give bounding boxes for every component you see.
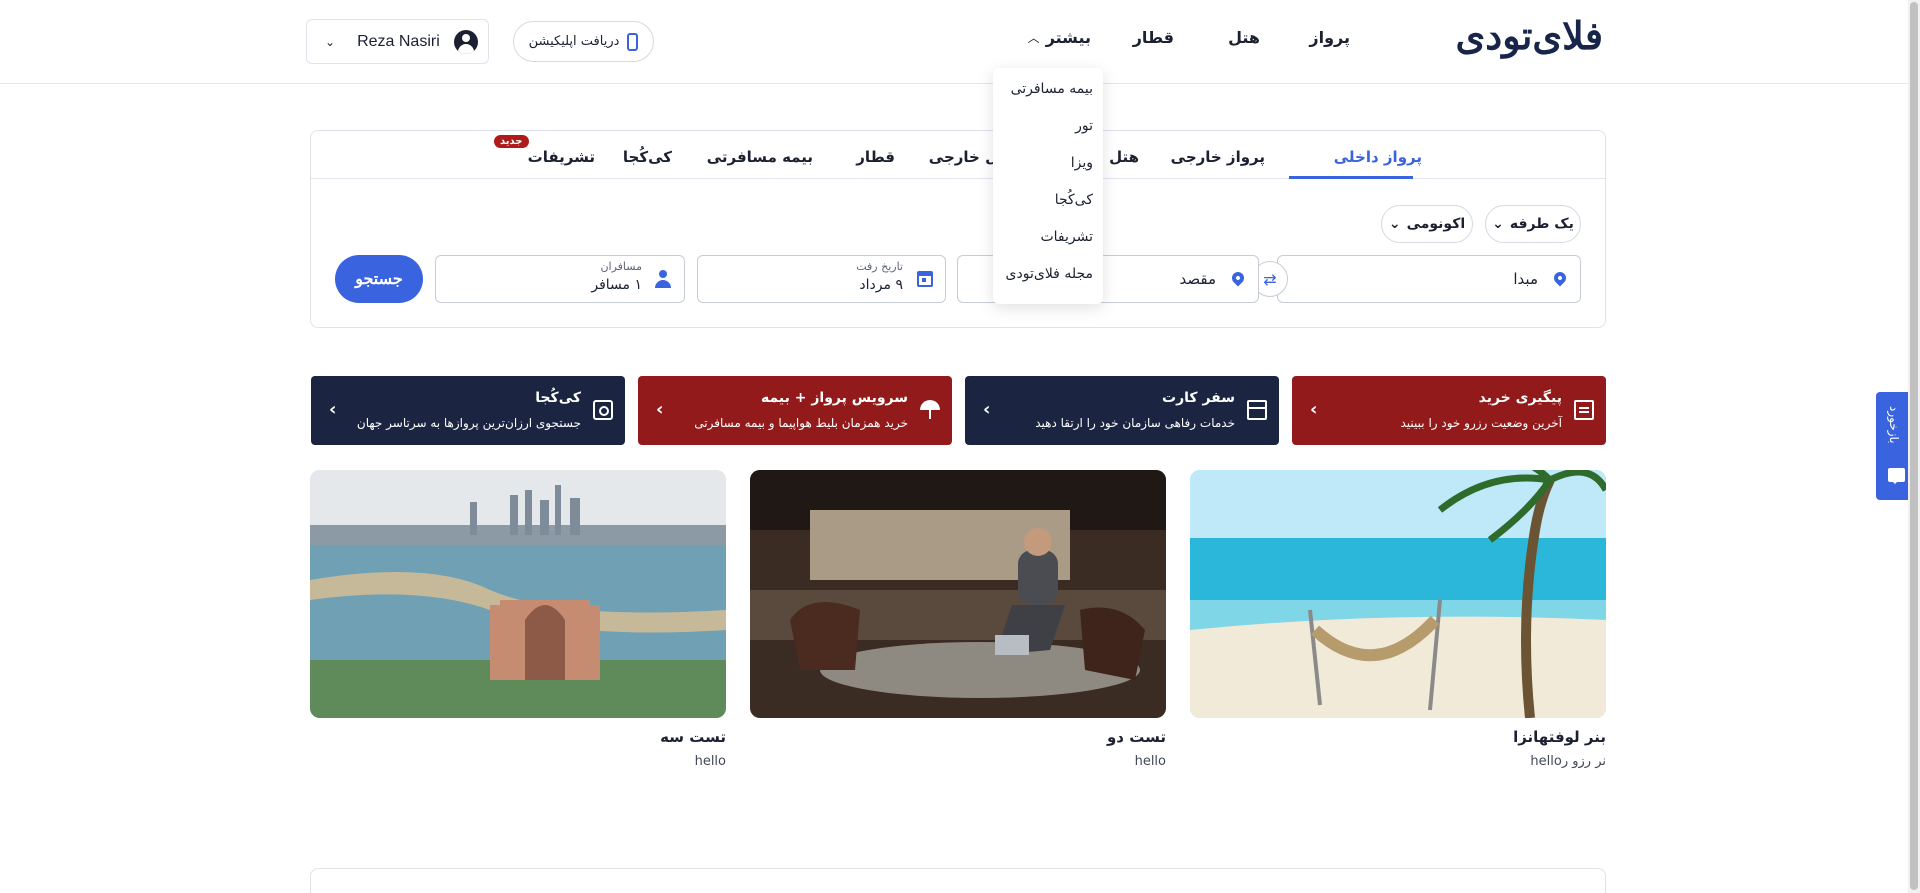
menu-item-ceremonies[interactable]: تشریفات: [1040, 229, 1093, 245]
banner-title: بنر لوفتهانزا: [1513, 728, 1606, 746]
promo-desc: خدمات رفاهی سازمان خود را ارتقا دهید: [1035, 416, 1235, 430]
banner-subtitle: hello: [1134, 754, 1166, 769]
banner-dubai-image[interactable]: [310, 470, 726, 718]
passengers-field[interactable]: مسافران ۱ مسافر: [435, 255, 685, 303]
menu-item-magazine[interactable]: مجله فلای‌تودی: [1006, 266, 1093, 282]
chevron-down-icon: ⌄: [325, 34, 336, 49]
tab-train[interactable]: قطار: [856, 148, 895, 166]
nav-more[interactable]: ︿ بیشتر: [1028, 28, 1091, 47]
promo-title: پیگیری خرید: [1478, 390, 1562, 406]
cabin-class-select[interactable]: ⌄ اکونومی: [1381, 205, 1473, 243]
promo-desc: جستجوی ارزان‌ترین پروازها به سرتاسر جهان: [356, 416, 581, 430]
tab-ceremonies[interactable]: تشریفات: [528, 148, 595, 166]
origin-field[interactable]: مبدا: [1277, 255, 1581, 303]
promo-title: سرویس پرواز + بیمه: [761, 390, 908, 406]
logo[interactable]: فلای‌تودی: [1456, 13, 1604, 58]
chevron-up-icon: ︿: [1027, 31, 1040, 45]
location-pin-icon: [1229, 269, 1247, 287]
nav-more-label: بیشتر: [1045, 28, 1091, 47]
menu-item-insurance[interactable]: بیمه مسافرتی: [1011, 81, 1093, 97]
promo-title: کی‌کُجا: [535, 390, 581, 406]
nav-flight[interactable]: پرواز: [1309, 28, 1350, 47]
new-badge: جدید: [494, 135, 529, 148]
menu-item-kikoja[interactable]: کی‌کُجا: [1055, 192, 1093, 208]
chevron-left-icon: ‹: [329, 399, 337, 420]
umbrella-icon: [920, 400, 940, 419]
trip-type-value: یک طرفه: [1509, 216, 1574, 232]
menu-item-tour[interactable]: تور: [1075, 118, 1093, 134]
banner-beach-image[interactable]: [1190, 470, 1606, 718]
user-avatar-icon: [453, 29, 478, 54]
nav-train[interactable]: قطار: [1133, 28, 1174, 47]
banner-lounge-image[interactable]: [750, 470, 1166, 718]
feedback-label: بازخورد: [1887, 406, 1901, 444]
receipt-icon: [1574, 400, 1594, 420]
date-label: تاریخ رفت: [856, 260, 903, 273]
trip-type-select[interactable]: ⌄ یک طرفه: [1485, 205, 1581, 243]
banner-subtitle: hello: [694, 754, 726, 769]
promo-title: سفر کارت: [1162, 390, 1235, 406]
app-download-label: دریافت اپلیکیشن: [528, 34, 620, 49]
banner-title: تست دو: [1106, 728, 1166, 746]
chevron-left-icon: ‹: [1310, 399, 1318, 420]
scrollbar-thumb[interactable]: [1910, 2, 1918, 890]
chevron-left-icon: ‹: [983, 399, 991, 420]
person-icon: [654, 270, 672, 288]
cabin-class-value: اکونومی: [1406, 216, 1466, 232]
tab-domestic-flight[interactable]: پرواز داخلی: [1334, 148, 1422, 166]
nav-hotel[interactable]: هتل: [1228, 28, 1260, 47]
calendar-icon: [917, 271, 933, 287]
map-pin-icon: [593, 400, 613, 420]
promo-desc: خرید همزمان بلیط هواپیما و بیمه مسافرتی: [694, 416, 908, 430]
user-menu[interactable]: ⌄ Reza Nasiri: [306, 19, 489, 64]
menu-item-visa[interactable]: ویزا: [1071, 155, 1093, 171]
bottom-section: [310, 868, 1606, 893]
banner-title: تست سه: [660, 728, 726, 746]
phone-icon: [627, 32, 639, 51]
user-name: Reza Nasiri: [357, 32, 440, 50]
search-button[interactable]: جستجو: [335, 255, 423, 303]
swap-icon: ⇄: [1263, 269, 1277, 289]
tab-kikoja[interactable]: کی‌کُجا: [623, 148, 672, 166]
destination-placeholder: مقصد: [1179, 270, 1216, 288]
chat-icon: [1888, 468, 1905, 484]
tab-foreign-flight[interactable]: پرواز خارجی: [1171, 148, 1265, 166]
promo-card-safar-card[interactable]: سفر کارت خدمات رفاهی سازمان خود را ارتقا…: [965, 376, 1279, 445]
departure-date-field[interactable]: تاریخ رفت ۹ مرداد: [697, 255, 946, 303]
date-value: ۹ مرداد: [859, 277, 903, 293]
page-scrollbar[interactable]: [1908, 0, 1920, 893]
location-pin-icon: [1551, 269, 1569, 287]
promo-card-order-tracking[interactable]: پیگیری خرید آخرین وضعیت رزرو خود را ببین…: [1292, 376, 1606, 445]
chevron-down-icon: ⌄: [1388, 216, 1401, 232]
tab-insurance[interactable]: بیمه مسافرتی: [707, 148, 813, 166]
passengers-label: مسافران: [600, 260, 642, 273]
more-dropdown-menu: بیمه مسافرتی تور ویزا کی‌کُجا تشریفات مج…: [993, 68, 1103, 304]
search-panel: پرواز داخلی پرواز خارجی هتل داخلی هتل خا…: [310, 130, 1606, 328]
promo-desc: آخرین وضعیت رزرو خود را ببینید: [1400, 416, 1563, 430]
banner-subtitle: نر رزو رhello: [1530, 754, 1606, 769]
chevron-left-icon: ‹: [656, 399, 664, 420]
origin-placeholder: مبدا: [1513, 270, 1538, 288]
top-header: فلای‌تودی پرواز هتل قطار ︿ بیشتر دریافت ا…: [0, 0, 1920, 84]
active-tab-indicator: [1289, 176, 1413, 179]
gift-icon: [1247, 400, 1267, 420]
download-app-button[interactable]: دریافت اپلیکیشن: [513, 21, 654, 62]
chevron-down-icon: ⌄: [1492, 216, 1504, 232]
promo-card-kikoja[interactable]: کی‌کُجا جستجوی ارزان‌ترین پروازها به سرت…: [311, 376, 625, 445]
search-tabs: پرواز داخلی پرواز خارجی هتل داخلی هتل خا…: [311, 131, 1605, 179]
promo-card-flight-insurance[interactable]: سرویس پرواز + بیمه خرید همزمان بلیط هواپ…: [638, 376, 952, 445]
passengers-value: ۱ مسافر: [591, 277, 642, 293]
